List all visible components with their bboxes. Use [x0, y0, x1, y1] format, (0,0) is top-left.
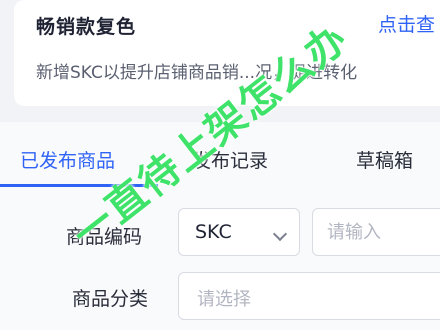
notice-description: 新增SKC以提升店铺商品销...况，促进转化 [36, 63, 358, 83]
active-tab-indicator [0, 184, 158, 187]
notice-link[interactable]: 点击查 [378, 10, 435, 37]
tab-publish-records[interactable]: 发布记录 [192, 146, 268, 173]
goods-panel: 已发布商品 发布记录 草稿箱 商品编码 SKC 商品分类 请选择 [0, 122, 440, 330]
tab-drafts[interactable]: 草稿箱 [356, 146, 413, 173]
notice-title: 畅销款复色 [36, 16, 137, 38]
chevron-down-icon [272, 226, 288, 242]
code-type-value: SKC [195, 221, 232, 243]
notice-card: 畅销款复色 点击查 新增SKC以提升店铺商品销...况，促进转化 [14, 0, 440, 106]
category-placeholder: 请选择 [197, 289, 251, 310]
product-code-input[interactable] [312, 208, 440, 256]
category-label: 商品分类 [72, 288, 149, 310]
tab-published[interactable]: 已发布商品 [20, 146, 115, 173]
code-type-select[interactable]: SKC [178, 208, 300, 256]
product-code-label: 商品编码 [66, 226, 143, 248]
tab-bar: 已发布商品 发布记录 草稿箱 [0, 122, 440, 187]
category-select[interactable]: 请选择 [178, 272, 440, 320]
